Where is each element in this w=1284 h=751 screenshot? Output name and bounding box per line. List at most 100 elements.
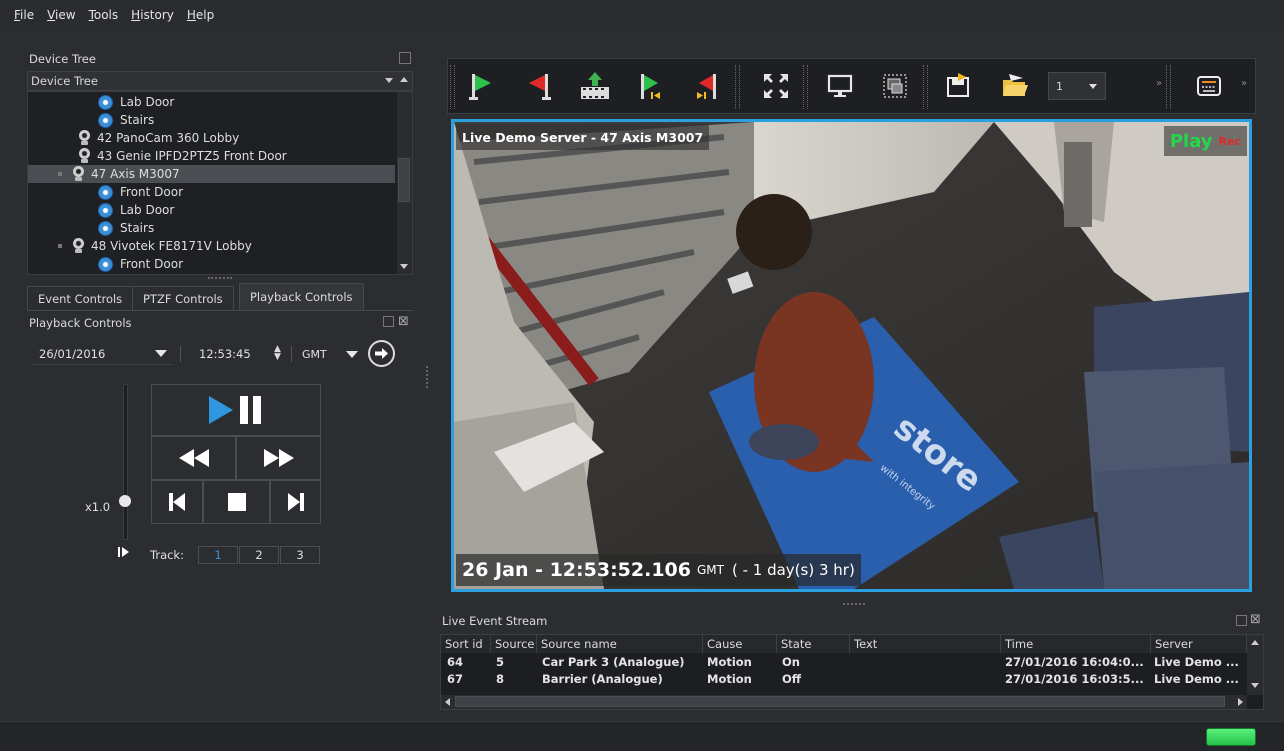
timestamp-main: 26 Jan - 12:53:52.106 xyxy=(462,559,691,581)
speed-slider-track[interactable] xyxy=(123,384,128,540)
menu-tools[interactable]: Tools xyxy=(89,8,119,22)
splitter-handle[interactable] xyxy=(843,603,865,605)
menu-help[interactable]: Help xyxy=(187,8,214,22)
tree-scrollbar[interactable] xyxy=(397,92,412,274)
device-tree-title: Device Tree xyxy=(29,52,96,66)
camera-icon xyxy=(72,166,85,182)
menu-history[interactable]: History xyxy=(131,8,174,22)
scroll-left-icon[interactable] xyxy=(445,698,450,706)
flag-end-icon xyxy=(529,74,551,100)
divider xyxy=(291,346,292,362)
event-table-vscrollbar[interactable] xyxy=(1247,635,1263,695)
scroll-up-icon[interactable] xyxy=(400,77,408,82)
table-row[interactable]: 64 5 Car Park 3 (Analogue) Motion On 27/… xyxy=(441,655,1247,671)
column-header[interactable]: Server xyxy=(1151,635,1247,653)
stop-button[interactable] xyxy=(203,480,270,524)
tab-event-controls[interactable]: Event Controls xyxy=(27,286,134,310)
float-panel-icon[interactable] xyxy=(383,316,394,327)
open-layout-button[interactable] xyxy=(996,67,1034,105)
go-to-time-button[interactable] xyxy=(368,340,395,367)
column-header[interactable]: Cause xyxy=(703,635,777,653)
tree-item[interactable]: 42 PanoCam 360 Lobby xyxy=(78,129,239,147)
tree-item[interactable]: Stairs xyxy=(98,111,154,129)
chevron-down-icon xyxy=(1089,83,1097,89)
save-layout-button[interactable] xyxy=(939,67,977,105)
timezone-select[interactable]: GMT xyxy=(298,343,360,365)
tree-item[interactable]: Front Door xyxy=(98,255,183,273)
fast-forward-button[interactable] xyxy=(236,436,321,480)
track-2-button[interactable]: 2 xyxy=(239,546,279,564)
device-tree-dropdown[interactable]: Device Tree xyxy=(27,71,413,91)
spinner-icon[interactable]: ▲ ▼ xyxy=(274,345,281,362)
go-to-end-button[interactable] xyxy=(688,67,726,105)
rec-status: Rec xyxy=(1218,134,1241,148)
go-to-start-button[interactable] xyxy=(631,67,669,105)
tab-playback-controls[interactable]: Playback Controls xyxy=(239,283,364,310)
date-picker[interactable]: 26/01/2016 xyxy=(33,343,173,365)
table-row[interactable]: 67 8 Barrier (Analogue) Motion Off 27/01… xyxy=(441,672,1247,688)
column-header[interactable]: State xyxy=(777,635,850,653)
video-wall-button[interactable] xyxy=(1190,67,1228,105)
track-3-button[interactable]: 3 xyxy=(280,546,320,564)
track-1-button[interactable]: 1 xyxy=(198,546,238,564)
time-picker[interactable]: 12:53:45 ▲ ▼ xyxy=(190,343,286,365)
event-table-hscroll-thumb[interactable] xyxy=(455,696,1225,707)
layout-count-select[interactable]: 1 xyxy=(1048,72,1106,100)
float-panel-icon[interactable] xyxy=(1236,615,1247,626)
tree-item[interactable]: 48 Vivotek FE8171V Lobby xyxy=(58,237,252,255)
track-label: Track: xyxy=(150,548,184,562)
frame-step-button[interactable] xyxy=(118,546,130,561)
divider xyxy=(180,346,181,362)
splitter-handle[interactable] xyxy=(208,277,232,279)
monitor-button[interactable] xyxy=(821,67,859,105)
timestamp-offset: ( - 1 day(s) 3 hr) xyxy=(731,561,855,579)
scroll-down-icon[interactable] xyxy=(400,264,408,269)
export-clip-button[interactable] xyxy=(576,67,614,105)
expand-icon[interactable] xyxy=(58,244,62,248)
cell-cause: Motion xyxy=(707,655,752,669)
column-header[interactable]: Text xyxy=(850,635,1001,653)
float-panel-icon[interactable] xyxy=(399,52,411,64)
fullscreen-button[interactable] xyxy=(757,67,795,105)
toolbar-overflow-icon[interactable]: » xyxy=(1241,78,1247,89)
splitter-handle[interactable] xyxy=(426,366,428,388)
column-header[interactable]: Source name xyxy=(537,635,703,653)
speed-slider-thumb[interactable] xyxy=(119,495,131,507)
column-header[interactable]: Source xyxy=(491,635,537,653)
rewind-button[interactable] xyxy=(151,436,236,480)
mark-start-button[interactable] xyxy=(462,67,500,105)
tree-item[interactable]: Front Door xyxy=(98,183,183,201)
menu-file[interactable]: File xyxy=(14,8,34,22)
menu-view[interactable]: View xyxy=(47,8,75,22)
chevron-down-icon[interactable] xyxy=(346,350,358,358)
tab-ptzf-controls[interactable]: PTZF Controls xyxy=(132,286,234,310)
skip-back-icon xyxy=(169,493,185,511)
toolbar-overflow-icon[interactable]: » xyxy=(1156,78,1162,89)
column-header[interactable]: Time xyxy=(1001,635,1151,653)
scroll-up-icon[interactable] xyxy=(1251,640,1259,645)
tree-item[interactable]: Stairs xyxy=(98,219,154,237)
skip-forward-button[interactable] xyxy=(270,480,321,524)
tree-item[interactable]: Lab Door xyxy=(98,93,174,111)
toolbar-separator xyxy=(1166,65,1171,109)
tree-item-selected[interactable]: 47 Axis M3007 xyxy=(28,165,395,183)
event-table-hscrollbar[interactable] xyxy=(441,695,1247,709)
chevron-down-icon[interactable] xyxy=(155,350,167,357)
play-pause-button[interactable] xyxy=(151,384,321,436)
scroll-down-icon[interactable] xyxy=(1251,683,1259,688)
expand-icon[interactable] xyxy=(58,172,62,176)
close-panel-icon[interactable]: ⊠ xyxy=(398,315,409,328)
tree-item[interactable]: 43 Genie IPFD2PTZ5 Front Door xyxy=(78,147,287,165)
tree-scroll-thumb[interactable] xyxy=(398,158,410,202)
column-header[interactable]: Sort id xyxy=(441,635,491,653)
toolbar-grip[interactable] xyxy=(450,65,455,109)
mark-end-button[interactable] xyxy=(520,67,558,105)
snapshot-region-button[interactable] xyxy=(876,67,914,105)
close-panel-icon[interactable]: ⊠ xyxy=(1250,613,1261,626)
tree-item[interactable]: Lab Door xyxy=(98,201,174,219)
scroll-right-icon[interactable] xyxy=(1238,698,1243,706)
video-viewport[interactable]: Live Demo Server - 47 Axis M3007 Play Re… xyxy=(451,119,1252,592)
eye-icon xyxy=(98,184,113,200)
skip-back-button[interactable] xyxy=(151,480,203,524)
tab-divider xyxy=(27,310,413,311)
